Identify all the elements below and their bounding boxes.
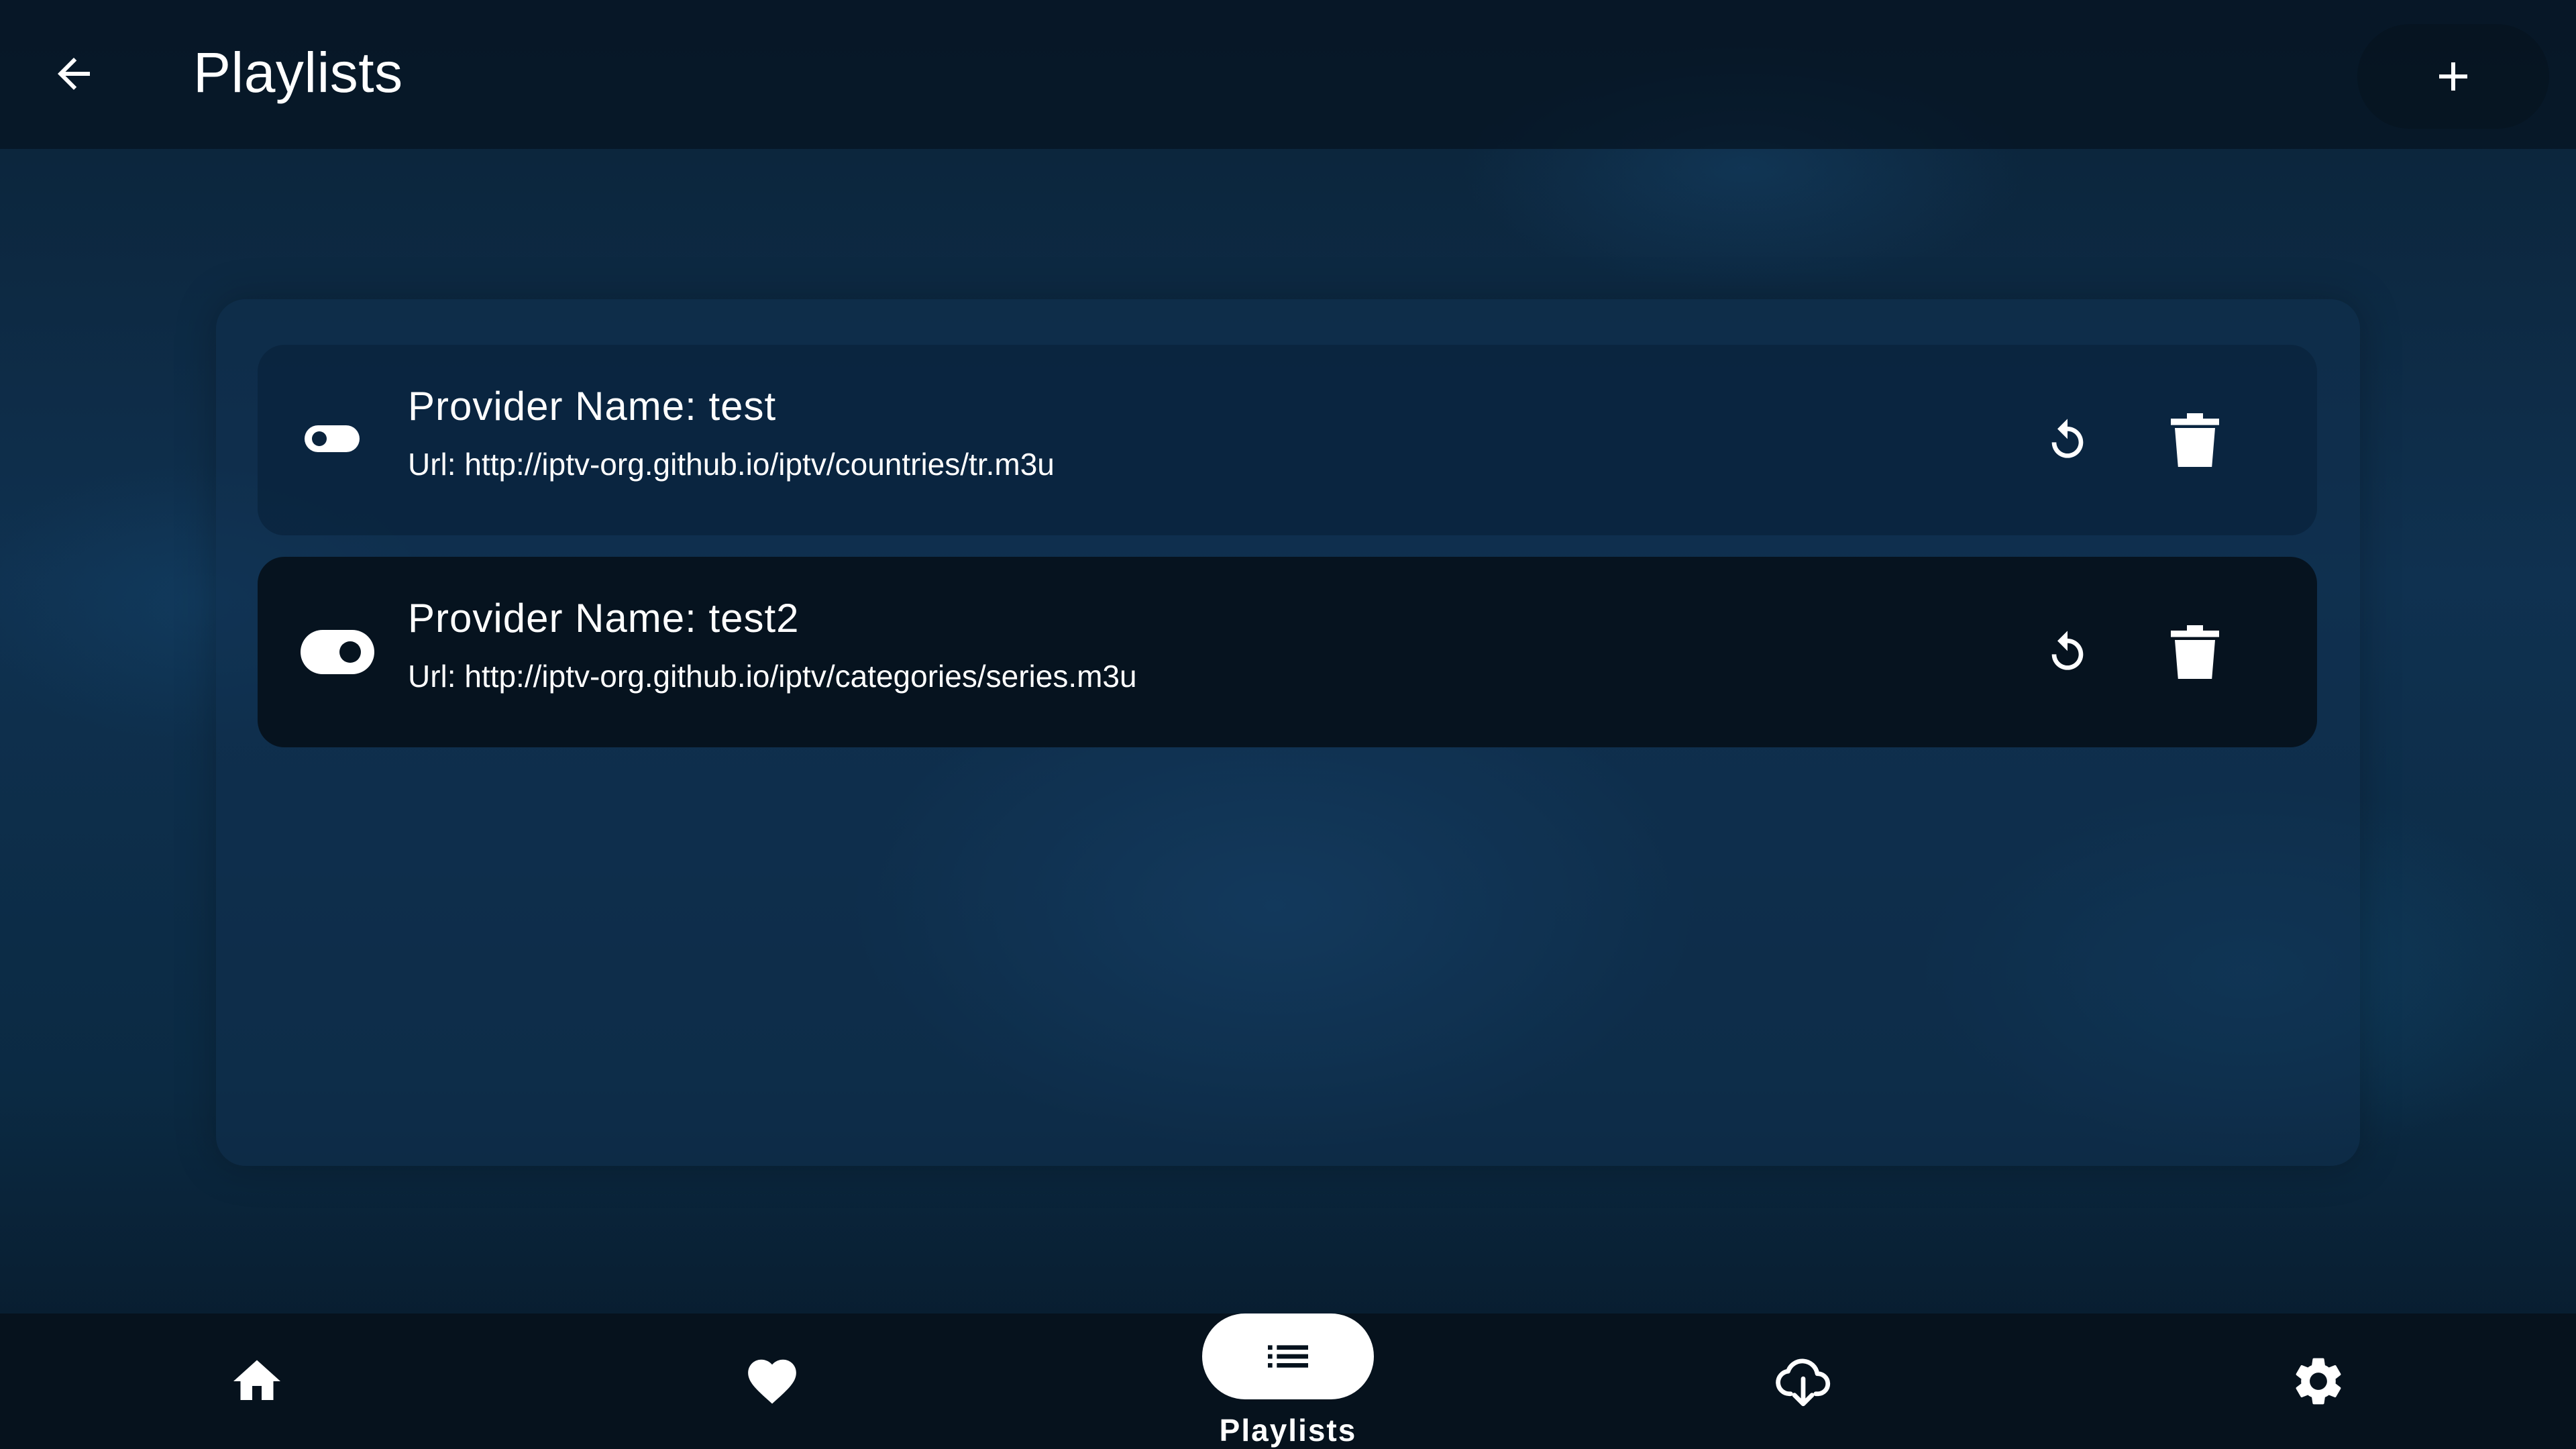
refresh-icon <box>2051 631 2084 670</box>
trash-icon <box>2171 625 2219 679</box>
top-app-bar: Playlists <box>0 0 2576 149</box>
toggle-off-icon <box>305 425 360 452</box>
back-button[interactable] <box>40 40 107 107</box>
provider-url: Url: http://iptv-org.github.io/iptv/cate… <box>408 659 1137 694</box>
nav-active-indicator <box>1202 1313 1374 1399</box>
refresh-playlist-button[interactable] <box>2034 619 2101 686</box>
plus-icon <box>2439 62 2467 91</box>
provider-name: Provider Name: test2 <box>408 596 800 641</box>
app-root: Playlists Provider Name: test Url: http:… <box>0 0 2576 1449</box>
refresh-icon <box>2051 419 2084 458</box>
heart-icon <box>748 1359 796 1404</box>
provider-url: Url: http://iptv-org.github.io/iptv/coun… <box>408 447 1055 482</box>
list-icon <box>1268 1345 1308 1368</box>
playlist-row[interactable]: Provider Name: test Url: http://iptv-org… <box>258 345 2317 535</box>
delete-playlist-button[interactable] <box>2161 407 2229 474</box>
playlist-row[interactable]: Provider Name: test2 Url: http://iptv-or… <box>258 557 2317 747</box>
add-playlist-button[interactable] <box>2357 24 2549 129</box>
playlist-toggle-off[interactable] <box>305 423 360 455</box>
toggle-on-icon <box>301 630 374 674</box>
nav-settings[interactable] <box>2218 1313 2419 1449</box>
nav-label: Playlists <box>1219 1413 1357 1448</box>
delete-playlist-button[interactable] <box>2161 619 2229 686</box>
playlist-toggle-on[interactable] <box>301 627 374 677</box>
home-icon <box>233 1360 280 1400</box>
nav-home[interactable] <box>156 1313 358 1449</box>
arrow-left-icon <box>58 58 90 90</box>
nav-favorites[interactable] <box>672 1313 873 1449</box>
provider-name: Provider Name: test <box>408 384 777 429</box>
gear-icon <box>2296 1358 2341 1405</box>
cloud-download-icon <box>1776 1358 1831 1407</box>
nav-playlists[interactable]: Playlists <box>1187 1313 1389 1449</box>
refresh-playlist-button[interactable] <box>2034 407 2101 474</box>
trash-icon <box>2171 413 2219 467</box>
nav-downloads[interactable] <box>1703 1313 1904 1449</box>
bottom-navigation: Playlists <box>0 1313 2576 1449</box>
page-title: Playlists <box>193 41 403 104</box>
